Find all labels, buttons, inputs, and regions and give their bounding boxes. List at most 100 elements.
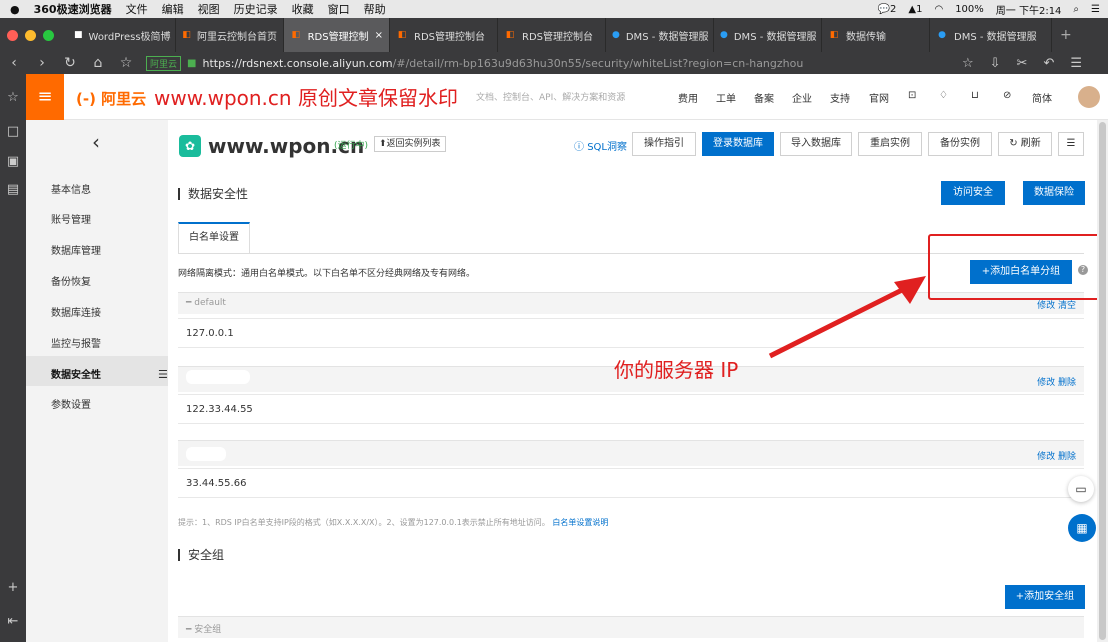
reload-icon[interactable]: ↻ bbox=[56, 55, 84, 71]
mac-menu-bar: ● 360极速浏览器 文件 编辑 视图 历史记录 收藏 窗口 帮助 💬2 ▲1 … bbox=[0, 0, 1108, 18]
sidebar-item-monitoring[interactable]: 监控与报警 bbox=[51, 335, 101, 350]
access-security-button[interactable]: 访问安全 bbox=[941, 181, 1005, 205]
menu-file[interactable]: 文件 bbox=[126, 1, 148, 17]
help-icon[interactable]: ⊘ bbox=[1003, 90, 1011, 101]
back-icon[interactable]: ‹ bbox=[0, 55, 28, 71]
qq-icon[interactable]: ▲1 bbox=[908, 4, 922, 15]
terminal-icon[interactable]: ⊡ bbox=[908, 90, 916, 101]
browser-tab[interactable]: ◧ RDS管理控制台 bbox=[498, 18, 606, 52]
cart-icon[interactable]: ⊔ bbox=[971, 90, 979, 101]
menu-window[interactable]: 窗口 bbox=[328, 1, 350, 17]
close-tab-icon[interactable]: × bbox=[375, 30, 383, 41]
group-actions[interactable]: 修改 删除 bbox=[1037, 375, 1076, 388]
browser-tab-bar: ■ WordPress极简博 ◧ 阿里云控制台首页 ◧ RDS管理控制 × ◧ RDS管理控制台… bbox=[0, 18, 1108, 52]
nav-support[interactable]: 支持 bbox=[830, 90, 850, 105]
sidebar-item-params[interactable]: 参数设置 bbox=[51, 396, 91, 411]
nav-beian[interactable]: 备案 bbox=[754, 90, 774, 105]
image-icon[interactable]: ▣ bbox=[0, 154, 26, 169]
restart-button[interactable]: 重启实例 bbox=[858, 132, 922, 156]
sidebar-item-backup[interactable]: 备份恢复 bbox=[51, 273, 91, 288]
app-menu[interactable]: 360极速浏览器 bbox=[34, 1, 112, 17]
browser-tab[interactable]: ■ WordPress极简博 bbox=[68, 18, 176, 52]
sql-insight-link[interactable]: ⓘ SQL洞察 bbox=[574, 138, 627, 153]
sidebar-back-icon[interactable]: ‹ bbox=[92, 130, 100, 154]
aliyun-logo[interactable]: (-) 阿里云 bbox=[76, 88, 146, 109]
apps-grid-icon[interactable]: ▦ bbox=[1068, 514, 1096, 542]
browser-tab-label: DMS - 数据管理服 bbox=[625, 31, 709, 43]
star-icon[interactable]: ☆ bbox=[0, 90, 26, 105]
avatar[interactable] bbox=[1078, 86, 1100, 108]
browser-tab[interactable]: ● DMS - 数据管理服 bbox=[606, 18, 714, 52]
browser-tab-label: DMS - 数据管理服 bbox=[733, 31, 817, 43]
refresh-button[interactable]: ↻ 刷新 bbox=[998, 132, 1052, 156]
chat-icon[interactable]: ▭ bbox=[1068, 476, 1094, 502]
lock-icon: ■ bbox=[187, 57, 197, 69]
nav-official[interactable]: 官网 bbox=[869, 90, 889, 105]
browser-tab[interactable]: ● DMS - 数据管理服 bbox=[930, 18, 1052, 52]
book-icon[interactable]: □ bbox=[0, 124, 26, 139]
new-tab-icon[interactable]: + bbox=[1060, 27, 1072, 43]
back-to-list-button[interactable]: ⬆返回实例列表 bbox=[374, 136, 446, 152]
tab-whitelist[interactable]: 白名单设置 bbox=[178, 222, 250, 254]
collapse-icon[interactable]: ⇤ bbox=[0, 614, 26, 629]
group-actions[interactable]: 修改 删除 bbox=[1037, 449, 1076, 462]
menu-help[interactable]: 帮助 bbox=[364, 1, 386, 17]
battery-status[interactable]: 100% bbox=[955, 4, 984, 15]
browser-actions[interactable]: ☆⇩✂↶☰ bbox=[962, 56, 1098, 71]
menu-favorites[interactable]: 收藏 bbox=[292, 1, 314, 17]
menu-view[interactable]: 视图 bbox=[198, 1, 220, 17]
browser-tab[interactable]: ◧ RDS管理控制 × bbox=[284, 18, 390, 52]
nav-enterprise[interactable]: 企业 bbox=[792, 90, 812, 105]
apple-icon[interactable]: ● bbox=[10, 3, 20, 16]
clock[interactable]: 周一 下午2:14 bbox=[996, 2, 1062, 17]
console-search-input[interactable]: 文档、控制台、API、解决方案和资源 bbox=[476, 90, 625, 103]
search-icon[interactable]: ⌕ bbox=[1073, 4, 1079, 15]
list-view-icon[interactable]: ☰ bbox=[1058, 132, 1084, 156]
browser-tab[interactable]: ◧ 数据传输 bbox=[822, 18, 930, 52]
bookmark-star-icon[interactable]: ☆ bbox=[112, 55, 140, 71]
browser-tab-label: 阿里云控制台首页 bbox=[197, 31, 277, 43]
backup-button[interactable]: 备份实例 bbox=[928, 132, 992, 156]
browser-tab-label: RDS管理控制台 bbox=[414, 31, 485, 43]
sidebar-item-accounts[interactable]: 账号管理 bbox=[51, 211, 91, 226]
page-scrollbar[interactable] bbox=[1097, 120, 1108, 642]
window-close-icon[interactable] bbox=[7, 29, 18, 41]
aliyun-icon: ◧ bbox=[829, 30, 839, 40]
sidebar-item-security[interactable]: 数据安全性 bbox=[51, 366, 101, 381]
add-icon[interactable]: + bbox=[0, 580, 26, 595]
window-minimize-icon[interactable] bbox=[25, 29, 36, 41]
collapse-handle-icon[interactable]: ☰ bbox=[158, 368, 168, 381]
import-db-button[interactable]: 导入数据库 bbox=[780, 132, 852, 156]
bell-icon[interactable]: ♢ bbox=[939, 90, 948, 101]
sidebar-item-basic-info[interactable]: 基本信息 bbox=[51, 181, 91, 196]
nav-fee[interactable]: 费用 bbox=[678, 90, 698, 105]
language-select[interactable]: 简体 bbox=[1032, 90, 1052, 105]
wechat-icon[interactable]: 💬2 bbox=[878, 4, 897, 15]
menu-edit[interactable]: 编辑 bbox=[162, 1, 184, 17]
dms-icon: ● bbox=[938, 30, 946, 40]
hamburger-menu-icon[interactable]: ≡ bbox=[26, 74, 64, 120]
arrow-icon bbox=[768, 276, 926, 359]
window-zoom-icon[interactable] bbox=[43, 29, 54, 41]
url-input[interactable]: https://rdsnext.console.aliyun.com/#/det… bbox=[202, 57, 803, 70]
browser-tab[interactable]: ◧ RDS管理控制台 bbox=[390, 18, 498, 52]
browser-tab-label: RDS管理控制台 bbox=[522, 31, 593, 43]
instance-sidebar: ‹ 基本信息 账号管理 数据库管理 备份恢复 数据库连接 监控与报警 数据安全性… bbox=[26, 120, 168, 642]
login-db-button[interactable]: 登录数据库 bbox=[702, 132, 774, 156]
note-icon[interactable]: ▤ bbox=[0, 182, 26, 197]
guide-button[interactable]: 操作指引 bbox=[632, 132, 696, 156]
browser-tab[interactable]: ● DMS - 数据管理服 bbox=[714, 18, 822, 52]
sidebar-item-databases[interactable]: 数据库管理 bbox=[51, 242, 101, 257]
home-icon[interactable]: ⌂ bbox=[84, 55, 112, 71]
forward-icon[interactable]: › bbox=[28, 55, 56, 71]
nav-ticket[interactable]: 工单 bbox=[716, 90, 736, 105]
sidebar-item-connection[interactable]: 数据库连接 bbox=[51, 304, 101, 319]
menu-history[interactable]: 历史记录 bbox=[234, 1, 278, 17]
menu-list-icon[interactable]: ☰ bbox=[1091, 4, 1100, 15]
browser-tab[interactable]: ◧ 阿里云控制台首页 bbox=[176, 18, 284, 52]
wifi-icon[interactable]: ◠ bbox=[934, 4, 943, 15]
add-security-group-button[interactable]: +添加安全组 bbox=[1005, 585, 1085, 609]
scrollbar-thumb[interactable] bbox=[1099, 122, 1106, 640]
whitelist-help-link[interactable]: 白名单设置说明 bbox=[552, 518, 608, 527]
data-protect-button[interactable]: 数据保险 bbox=[1023, 181, 1085, 205]
